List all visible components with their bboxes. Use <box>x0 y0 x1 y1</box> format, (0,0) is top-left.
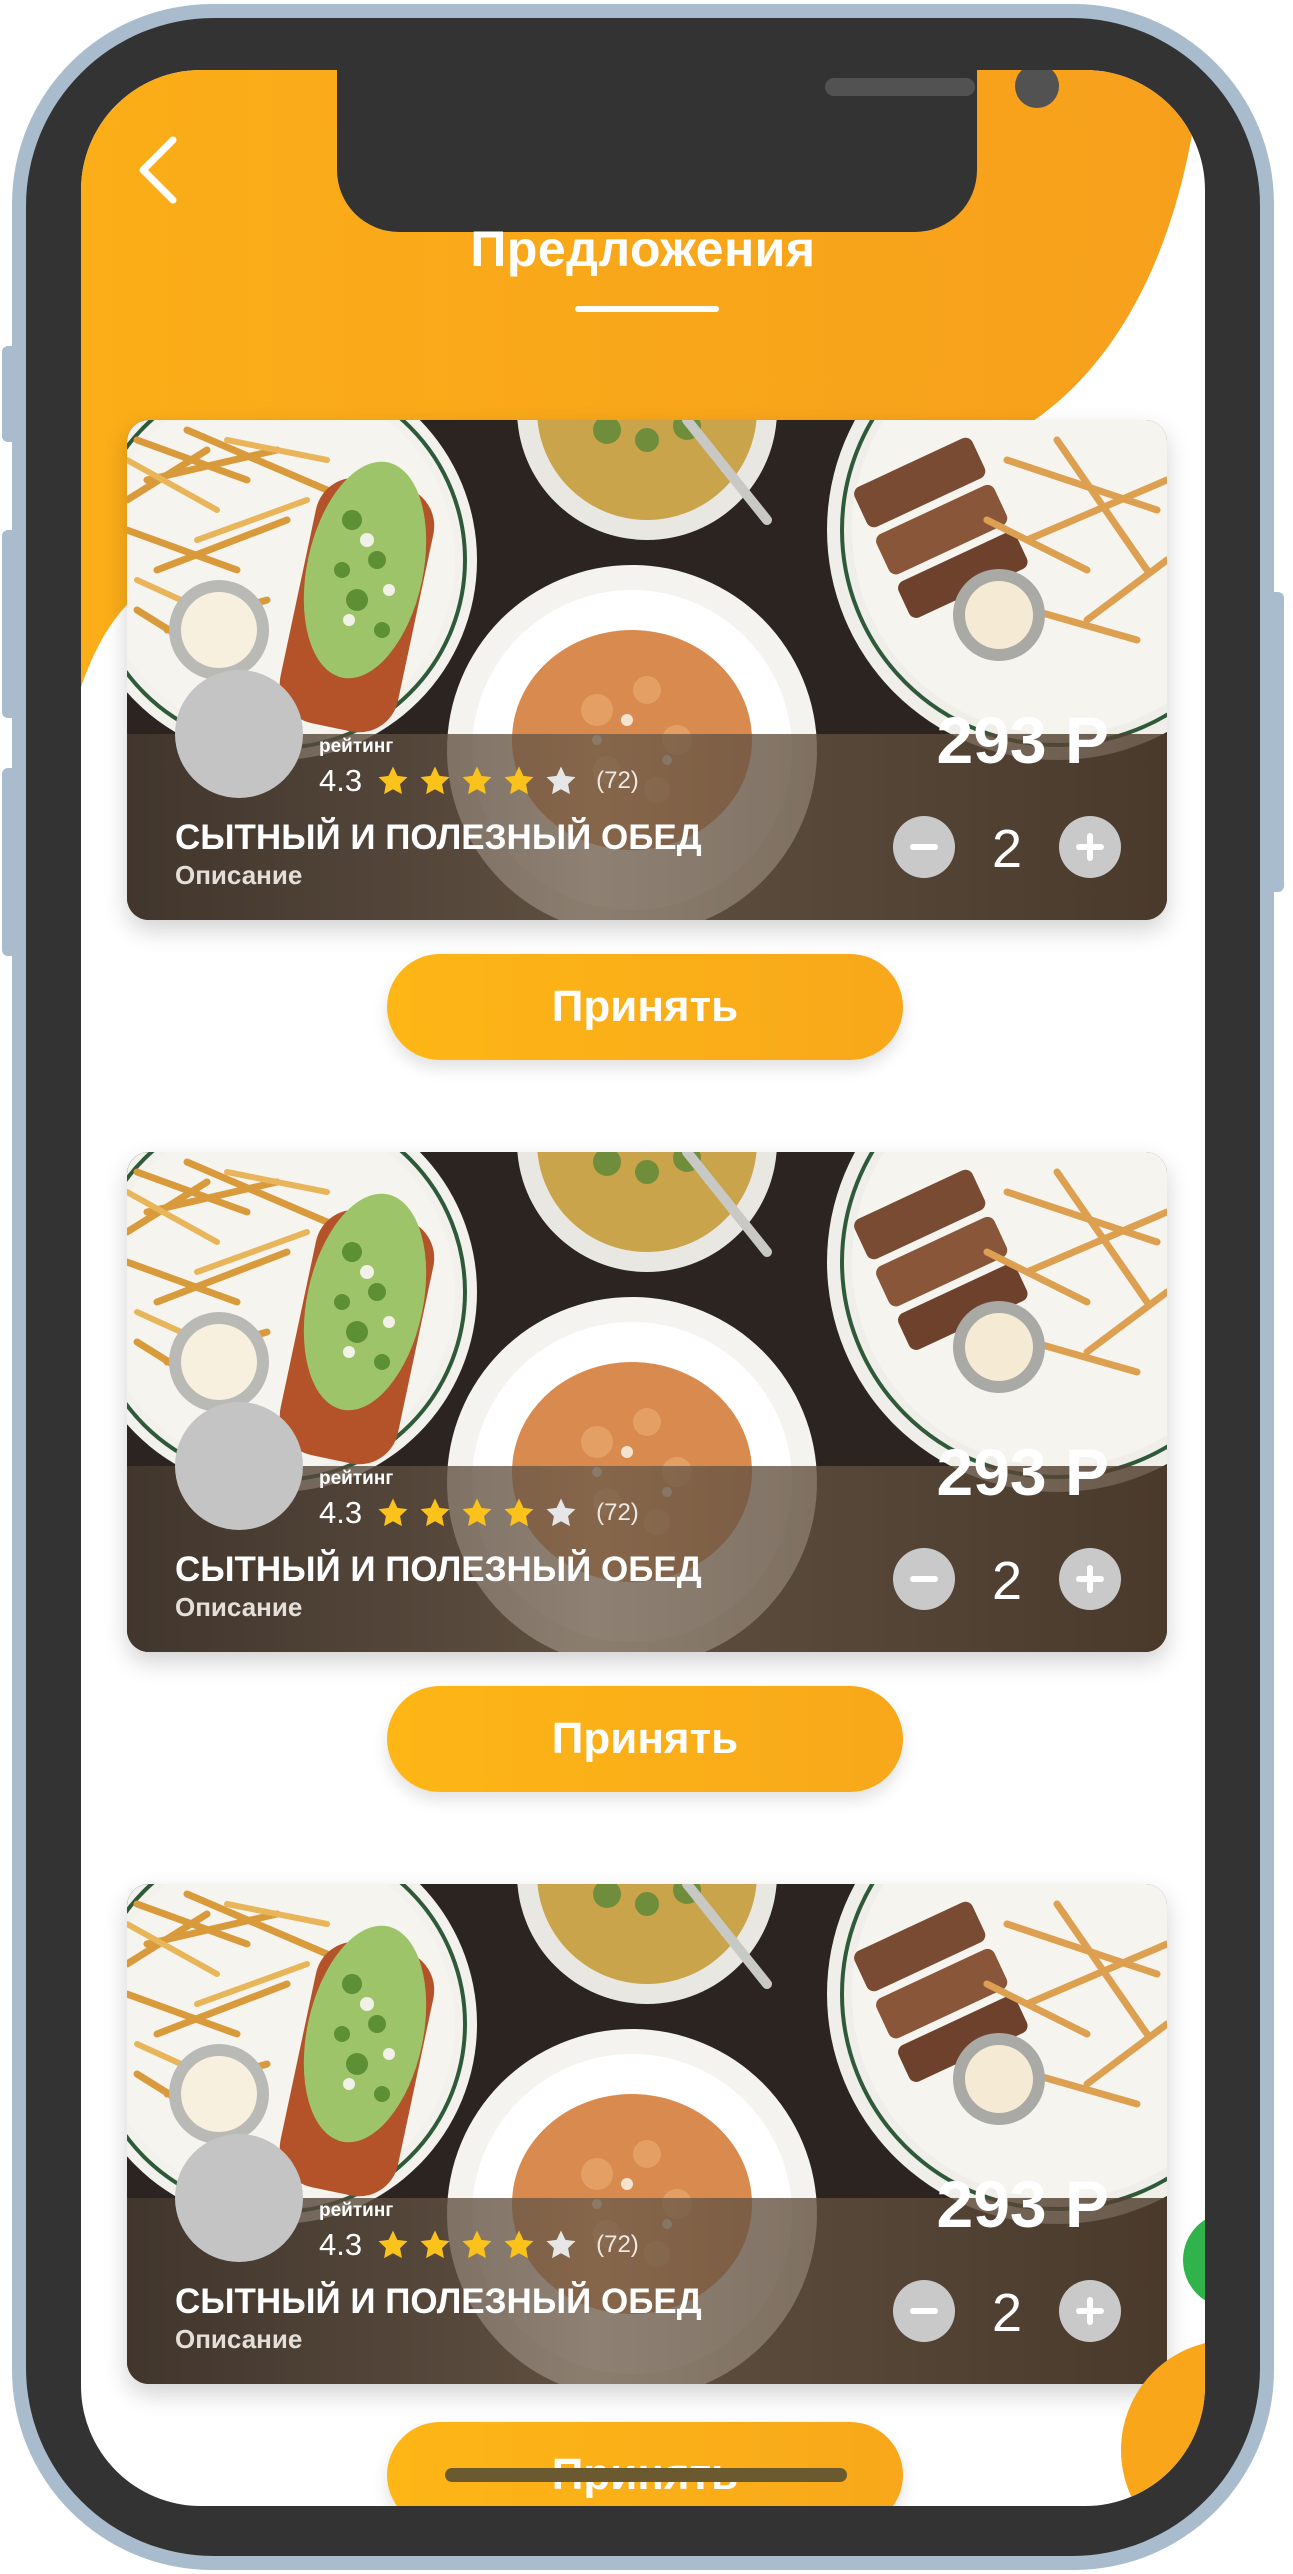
accept-button[interactable]: Принять <box>387 2422 903 2506</box>
avatar <box>175 1402 303 1530</box>
dish-name: СЫТНЫЙ И ПОЛЕЗНЫЙ ОБЕД <box>175 1550 702 1589</box>
rating-row: 4.3 (72) <box>319 2226 639 2264</box>
rating-value: 4.3 <box>319 763 363 798</box>
reviews-count: (72) <box>596 767 639 794</box>
decrease-quantity-button[interactable] <box>893 1548 955 1610</box>
star-empty-icon <box>544 1496 578 1530</box>
price: 293 Р <box>936 703 1109 777</box>
rating-label: рейтинг <box>319 1468 394 1489</box>
star-filled-icon <box>418 1496 452 1530</box>
volume-down-button <box>2 768 18 956</box>
reviews-count: (72) <box>596 2231 639 2258</box>
rating-value: 4.3 <box>319 2227 363 2262</box>
accept-button[interactable]: Принять <box>387 954 903 1060</box>
decrease-quantity-button[interactable] <box>893 2280 955 2342</box>
star-filled-icon <box>376 764 410 798</box>
offer-card[interactable]: рейтинг 4.3 (72) СЫТНЫЙ И ПОЛЕЗНЫЙ ОБЕД … <box>127 420 1167 920</box>
dish-name: СЫТНЫЙ И ПОЛЕЗНЫЙ ОБЕД <box>175 2282 702 2321</box>
chevron-left-icon <box>139 136 177 204</box>
dish-description: Описание <box>175 2324 303 2354</box>
star-filled-icon <box>376 1496 410 1530</box>
mute-switch <box>2 346 18 442</box>
decrease-quantity-button[interactable] <box>893 816 955 878</box>
offer-card[interactable]: рейтинг 4.3 (72) СЫТНЫЙ И ПОЛЕЗНЫЙ ОБЕД … <box>127 1884 1167 2384</box>
star-empty-icon <box>544 764 578 798</box>
star-filled-icon <box>418 2228 452 2262</box>
reviews-count: (72) <box>596 1499 639 1526</box>
offer-item: рейтинг 4.3 (72) СЫТНЫЙ И ПОЛЕЗНЫЙ ОБЕД … <box>127 1152 1167 1792</box>
rating-row: 4.3 (72) <box>319 1494 639 1532</box>
star-filled-icon <box>418 764 452 798</box>
offer-item: рейтинг 4.3 (72) СЫТНЫЙ И ПОЛЕЗНЫЙ ОБЕД … <box>127 420 1167 1060</box>
price: 293 Р <box>936 1435 1109 1509</box>
offer-card[interactable]: рейтинг 4.3 (72) СЫТНЫЙ И ПОЛЕЗНЫЙ ОБЕД … <box>127 1152 1167 1652</box>
notch <box>337 70 1059 232</box>
star-filled-icon <box>502 2228 536 2262</box>
rating-label: рейтинг <box>319 736 394 757</box>
rating-stars <box>376 764 586 798</box>
dish-name: СЫТНЫЙ И ПОЛЕЗНЫЙ ОБЕД <box>175 818 702 857</box>
rating-stars <box>376 1496 586 1530</box>
accept-button[interactable]: Принять <box>387 1686 903 1792</box>
back-button[interactable] <box>121 130 201 210</box>
star-filled-icon <box>502 764 536 798</box>
power-button <box>1266 592 1284 892</box>
quantity-value: 2 <box>991 819 1023 879</box>
rating-stars <box>376 2228 586 2262</box>
rating-label: рейтинг <box>319 2200 394 2221</box>
speaker-grille <box>825 78 975 96</box>
corner-decoration <box>1121 2219 1205 2506</box>
quantity-value: 2 <box>991 2283 1023 2343</box>
star-empty-icon <box>544 2228 578 2262</box>
star-filled-icon <box>460 764 494 798</box>
dish-description: Описание <box>175 860 303 890</box>
screen: Предложения рейтинг 4.3 (72) СЫТНЫЙ И ПО… <box>81 70 1205 2506</box>
increase-quantity-button[interactable] <box>1059 816 1121 878</box>
avatar <box>175 670 303 798</box>
rating-value: 4.3 <box>319 1495 363 1530</box>
home-indicator <box>445 2468 847 2482</box>
title-underline <box>575 306 719 312</box>
dish-description: Описание <box>175 1592 303 1622</box>
star-filled-icon <box>460 2228 494 2262</box>
star-filled-icon <box>376 2228 410 2262</box>
offer-item: рейтинг 4.3 (72) СЫТНЫЙ И ПОЛЕЗНЫЙ ОБЕД … <box>127 1884 1167 2384</box>
increase-quantity-button[interactable] <box>1059 1548 1121 1610</box>
star-filled-icon <box>460 1496 494 1530</box>
avatar <box>175 2134 303 2262</box>
quantity-value: 2 <box>991 1551 1023 1611</box>
rating-row: 4.3 (72) <box>319 762 639 800</box>
page-title: Предложения <box>470 221 816 277</box>
volume-up-button <box>2 530 18 718</box>
star-filled-icon <box>502 1496 536 1530</box>
